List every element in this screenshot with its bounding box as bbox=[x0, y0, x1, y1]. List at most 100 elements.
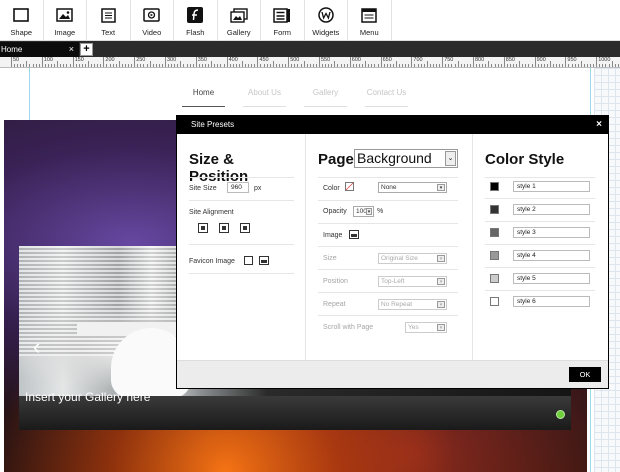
align-center-button[interactable] bbox=[219, 223, 229, 233]
tool-form[interactable]: Form bbox=[261, 0, 305, 41]
size-select[interactable]: Original Size ▾ bbox=[378, 253, 447, 264]
opacity-select[interactable]: 100 ▾ bbox=[353, 206, 374, 217]
color-style-swatch[interactable] bbox=[490, 251, 499, 260]
color-style-name-input[interactable]: style 6 bbox=[513, 296, 590, 307]
site-nav-menu[interactable]: Home About Us Gallery Contact Us bbox=[182, 88, 408, 107]
favicon-label: Favicon Image bbox=[189, 258, 235, 265]
align-left-button[interactable] bbox=[198, 223, 208, 233]
favicon-preview bbox=[244, 256, 253, 265]
tool-image[interactable]: Image bbox=[44, 0, 87, 41]
color-style-name-input[interactable]: style 2 bbox=[513, 204, 590, 215]
ruler-tick bbox=[528, 64, 530, 67]
close-dialog-icon[interactable]: × bbox=[596, 116, 602, 134]
gallery-caption: Insert your Gallery here bbox=[25, 390, 151, 404]
tool-gallery[interactable]: Gallery bbox=[218, 0, 261, 41]
ruler-tick bbox=[306, 64, 308, 67]
ruler-tick bbox=[325, 64, 327, 67]
color-style-swatch[interactable] bbox=[490, 182, 499, 191]
size-select-value: Original Size bbox=[381, 255, 418, 262]
ruler-tick bbox=[408, 64, 410, 67]
ruler-tick bbox=[275, 64, 277, 67]
ruler-tick bbox=[158, 64, 160, 67]
ruler-tick bbox=[513, 64, 515, 67]
ruler-tick bbox=[553, 64, 555, 67]
site-size-input[interactable]: 960 bbox=[227, 182, 249, 193]
color-style-swatch[interactable] bbox=[490, 274, 499, 283]
tool-menu[interactable]: Menu bbox=[348, 0, 392, 41]
color-style-name-input[interactable]: style 1 bbox=[513, 181, 590, 192]
ruler-tick bbox=[38, 64, 40, 67]
ruler-tick bbox=[177, 64, 179, 67]
color-style-name-input[interactable]: style 3 bbox=[513, 227, 590, 238]
divider bbox=[485, 198, 595, 199]
ok-button[interactable]: OK bbox=[569, 367, 601, 382]
color-none-swatch[interactable] bbox=[345, 182, 354, 191]
tab-home[interactable]: Home × bbox=[0, 42, 79, 57]
ruler-tick bbox=[17, 64, 19, 67]
ruler-tick bbox=[91, 64, 93, 67]
color-style-name-input[interactable]: style 4 bbox=[513, 250, 590, 261]
favicon-image-icon[interactable] bbox=[259, 256, 269, 265]
ruler-tick bbox=[414, 64, 416, 67]
position-label: Position bbox=[323, 278, 348, 285]
ruler-tick bbox=[374, 64, 376, 67]
color-select[interactable]: None ▾ bbox=[378, 182, 447, 193]
ruler-label: 750 bbox=[444, 57, 454, 63]
color-style-swatch[interactable] bbox=[490, 205, 499, 214]
ruler-tick bbox=[44, 64, 46, 67]
divider bbox=[318, 200, 458, 201]
nav-item-home[interactable]: Home bbox=[182, 88, 225, 107]
scroll-with-page-select[interactable]: Yes ▾ bbox=[405, 322, 447, 333]
nav-item-about[interactable]: About Us bbox=[243, 88, 286, 107]
ruler-tick bbox=[571, 64, 573, 67]
nav-item-contact[interactable]: Contact Us bbox=[365, 88, 408, 107]
ruler-tick bbox=[355, 64, 357, 67]
tool-text[interactable]: Text bbox=[87, 0, 131, 41]
ruler-tick bbox=[47, 64, 49, 67]
page-section-select[interactable]: Background ⌄ bbox=[354, 149, 458, 168]
ruler-tick bbox=[315, 64, 317, 67]
ruler-tick bbox=[245, 64, 247, 67]
divider bbox=[318, 223, 458, 224]
ruler-tick bbox=[506, 64, 508, 67]
resize-handle-icon[interactable] bbox=[556, 410, 565, 419]
chevron-down-icon: ▾ bbox=[437, 324, 445, 331]
ruler-tick bbox=[272, 61, 274, 67]
ruler-tick bbox=[294, 64, 296, 67]
add-tab-button[interactable]: + bbox=[80, 43, 93, 56]
color-style-swatch[interactable] bbox=[490, 228, 499, 237]
ruler-tick bbox=[328, 64, 330, 67]
ruler-tick bbox=[583, 64, 585, 67]
ruler-tick bbox=[605, 64, 607, 67]
shape-icon bbox=[12, 7, 30, 23]
ruler-tick bbox=[137, 64, 139, 67]
tool-flash[interactable]: Flash bbox=[174, 0, 218, 41]
ruler-tick bbox=[235, 64, 237, 67]
gallery-prev-arrow-icon[interactable]: ‹ bbox=[33, 334, 40, 360]
ruler-tick bbox=[72, 57, 74, 67]
align-right-button[interactable] bbox=[240, 223, 250, 233]
tool-video[interactable]: Video bbox=[131, 0, 174, 41]
ruler-tick bbox=[497, 64, 499, 67]
position-select[interactable]: Top-Left ▾ bbox=[378, 276, 447, 287]
tool-shape[interactable]: Shape bbox=[0, 0, 44, 41]
repeat-select[interactable]: No Repeat ▾ bbox=[378, 299, 447, 310]
close-tab-icon[interactable]: × bbox=[69, 42, 74, 57]
ruler-tick bbox=[522, 64, 524, 67]
section-title-prefix: Page bbox=[318, 151, 354, 168]
nav-item-gallery[interactable]: Gallery bbox=[304, 88, 347, 107]
color-style-name-input[interactable]: style 5 bbox=[513, 273, 590, 284]
ruler-tick bbox=[112, 64, 114, 67]
ruler-tick bbox=[134, 57, 136, 67]
ruler-label: 400 bbox=[228, 57, 238, 63]
ruler-tick bbox=[66, 64, 68, 67]
ruler-tick bbox=[189, 64, 191, 67]
ruler-tick bbox=[309, 64, 311, 67]
background-image-icon[interactable] bbox=[349, 230, 359, 239]
ruler-label: 850 bbox=[505, 57, 515, 63]
color-style-swatch[interactable] bbox=[490, 297, 499, 306]
tool-widgets[interactable]: Widgets bbox=[305, 0, 348, 41]
ruler-tick bbox=[29, 64, 31, 67]
ruler-tick bbox=[500, 64, 502, 67]
ruler-tick bbox=[534, 57, 536, 67]
